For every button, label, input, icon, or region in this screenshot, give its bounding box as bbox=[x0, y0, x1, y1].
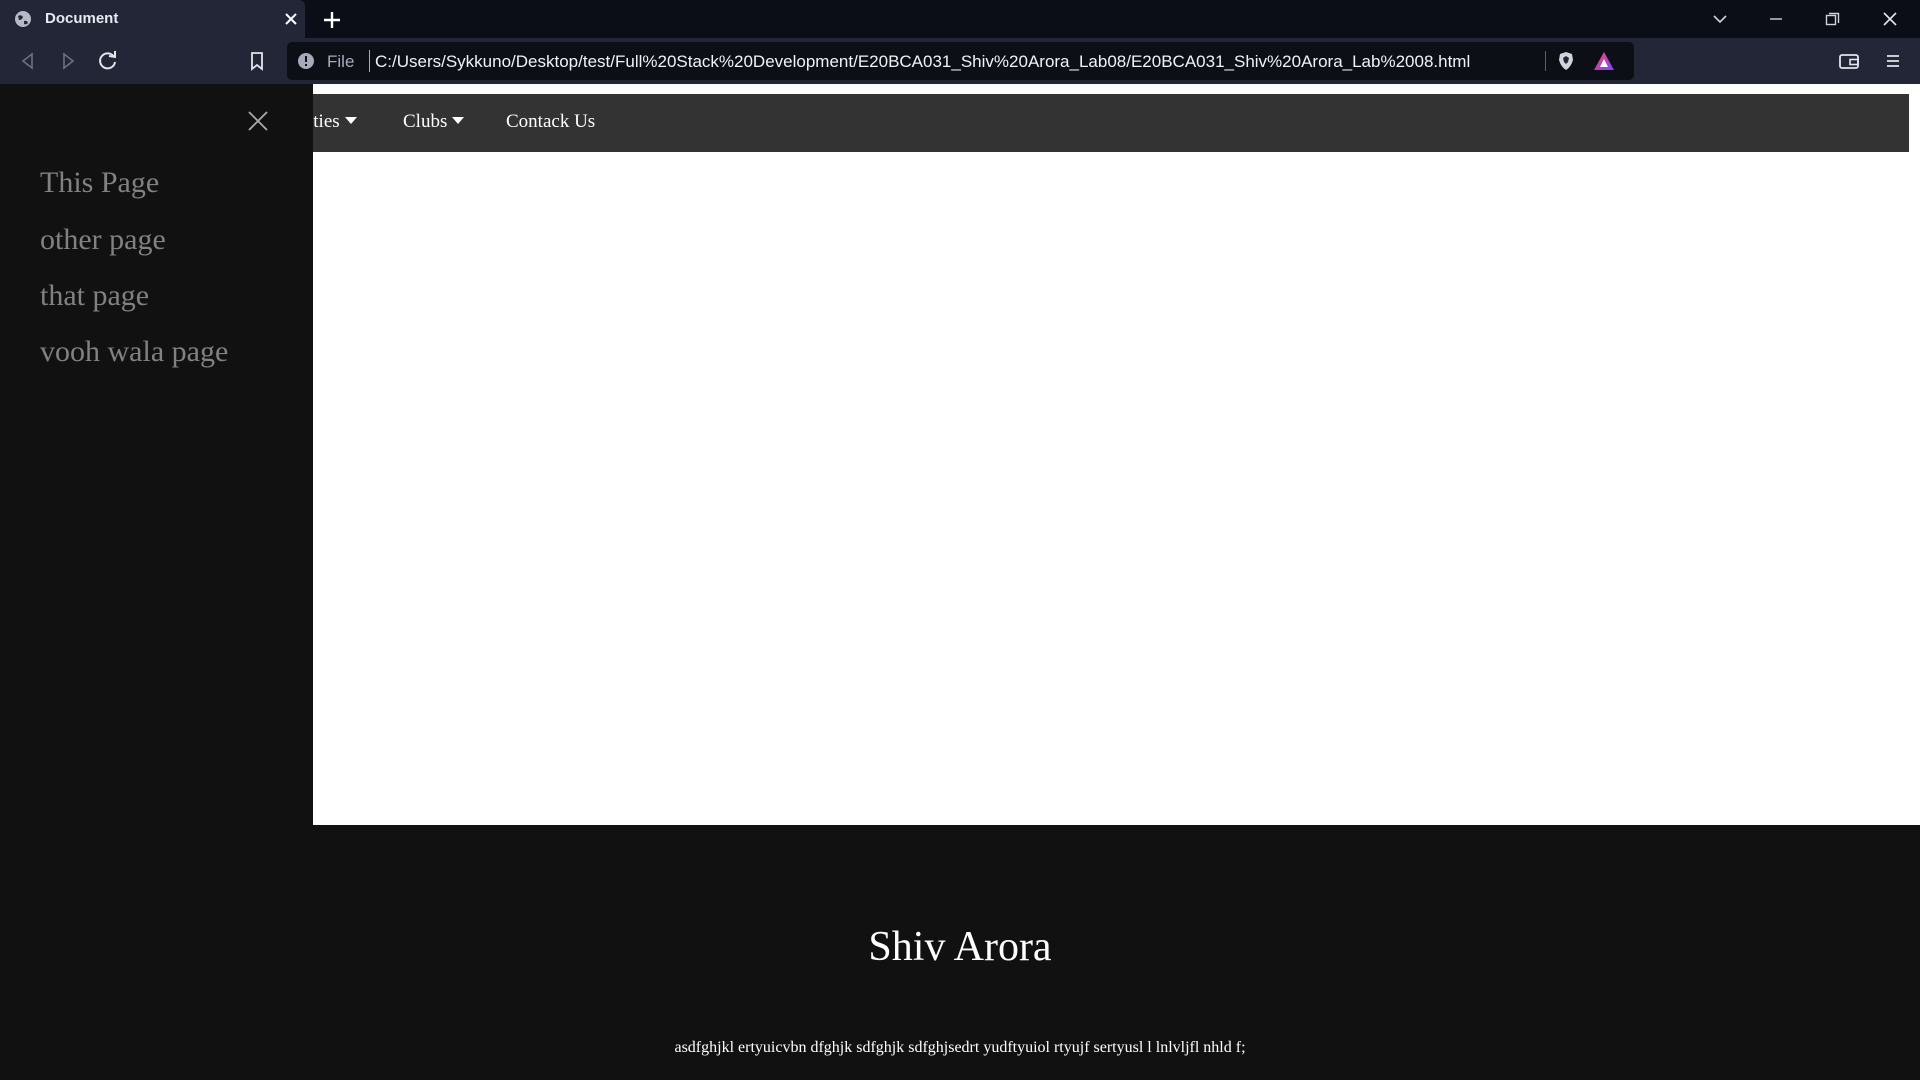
window-close-icon[interactable] bbox=[1876, 6, 1904, 32]
nav-item-contact[interactable]: Contack Us bbox=[506, 111, 595, 133]
reload-icon[interactable] bbox=[95, 48, 121, 74]
minimize-icon[interactable] bbox=[1762, 6, 1790, 32]
nav-item-activities[interactable]: ities bbox=[308, 111, 357, 133]
address-bar[interactable]: File C:/Users/Sykkuno/Desktop/test/Full%… bbox=[287, 42, 1634, 80]
sidenav-link-other-page[interactable]: other page bbox=[40, 223, 166, 257]
wallet-icon[interactable] bbox=[1836, 48, 1862, 74]
browser-tab-strip: Document bbox=[0, 0, 1920, 38]
bookmark-icon[interactable] bbox=[244, 48, 270, 74]
url-text[interactable]: C:/Users/Sykkuno/Desktop/test/Full%20Sta… bbox=[375, 52, 1470, 72]
side-navigation: This Page other page that page vooh wala… bbox=[0, 84, 313, 825]
url-divider-right bbox=[1545, 51, 1546, 71]
brave-shield-icon[interactable] bbox=[1555, 50, 1577, 72]
close-icon[interactable] bbox=[245, 108, 271, 134]
menu-icon[interactable] bbox=[1880, 48, 1906, 74]
url-divider bbox=[369, 50, 370, 72]
footer-name: Shiv Arora bbox=[868, 924, 1052, 970]
page-footer: Shiv Arora asdfghjkl ertyuicvbn dfghjk s… bbox=[0, 825, 1920, 1080]
caret-down-icon bbox=[344, 117, 357, 125]
nav-item-label: Contack Us bbox=[506, 111, 596, 132]
back-icon[interactable] bbox=[15, 48, 41, 74]
brave-rewards-icon[interactable] bbox=[1592, 50, 1616, 72]
chevron-down-icon[interactable] bbox=[1706, 6, 1734, 32]
nav-item-label: Clubs bbox=[403, 111, 448, 132]
page-viewport: ities Clubs Contack Us Shiv Arora asdfgh… bbox=[0, 84, 1920, 1080]
sidenav-link-that-page[interactable]: that page bbox=[40, 279, 149, 313]
forward-icon[interactable] bbox=[55, 48, 81, 74]
sidenav-link-this-page[interactable]: This Page bbox=[40, 166, 159, 200]
plus-icon[interactable] bbox=[320, 8, 344, 32]
caret-down-icon bbox=[452, 117, 465, 125]
footer-text: asdfghjkl ertyuicvbn dfghjk sdfghjk sdfg… bbox=[674, 1039, 1246, 1056]
close-icon[interactable] bbox=[280, 8, 302, 30]
sidenav-link-vooh-wala-page[interactable]: vooh wala page bbox=[40, 335, 228, 369]
browser-tab[interactable]: Document bbox=[0, 0, 305, 38]
browser-toolbar: File C:/Users/Sykkuno/Desktop/test/Full%… bbox=[0, 38, 1920, 84]
url-scheme-label: File bbox=[327, 52, 355, 71]
globe-icon bbox=[15, 11, 31, 27]
nav-item-clubs[interactable]: Clubs bbox=[403, 111, 465, 133]
info-icon[interactable] bbox=[297, 52, 315, 70]
restore-icon[interactable] bbox=[1818, 6, 1846, 32]
tab-title: Document bbox=[45, 10, 119, 27]
